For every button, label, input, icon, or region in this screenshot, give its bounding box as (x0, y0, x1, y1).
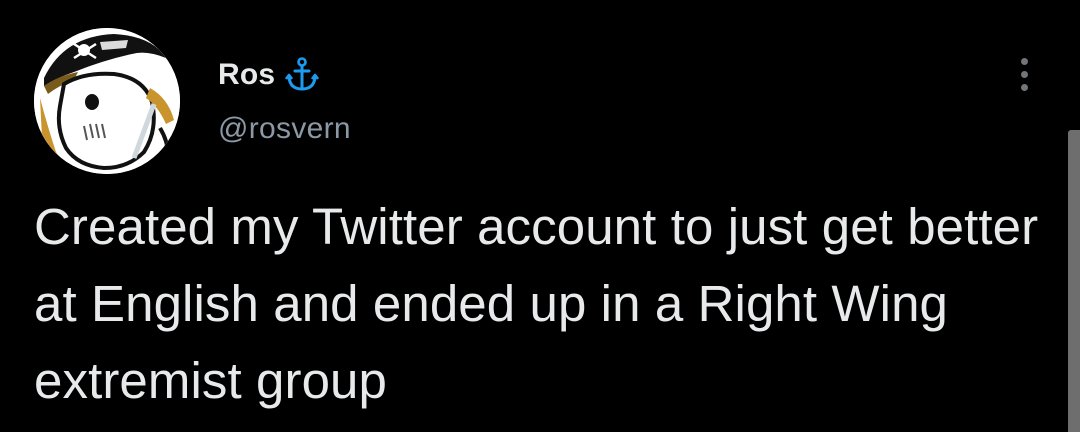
scrollbar[interactable] (1068, 130, 1080, 432)
avatar[interactable] (34, 28, 180, 174)
more-vertical-icon (1020, 57, 1028, 65)
more-options-button[interactable] (1006, 52, 1042, 96)
more-vertical-icon-dot (1020, 83, 1028, 91)
author-display-name[interactable]: Ros (218, 58, 275, 92)
tweet-text: Created my Twitter account to just get b… (34, 198, 1039, 409)
more-vertical-icon-dot (1020, 70, 1028, 78)
author-handle[interactable]: @rosvern (218, 112, 351, 146)
pirate-ghost-avatar-icon (34, 28, 180, 174)
author-name-row[interactable]: Ros (218, 56, 320, 94)
anchor-icon (285, 57, 320, 91)
tweet[interactable]: Ros @rosvern Created my Twitter account … (0, 0, 1080, 432)
